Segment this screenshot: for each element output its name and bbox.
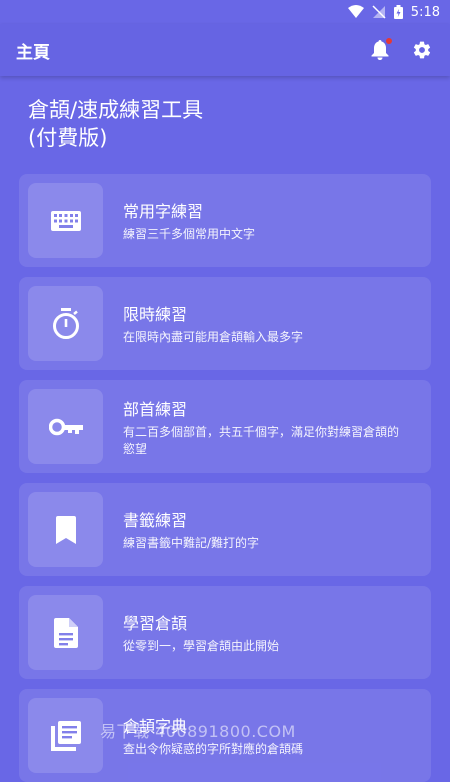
icon-box xyxy=(28,698,103,773)
document-icon xyxy=(53,617,78,648)
menu-item-bookmarks[interactable]: 書籤練習 練習書籤中難記/難打的字 xyxy=(19,483,431,576)
heading-line1: 倉頡/速成練習工具 xyxy=(28,98,204,122)
heading-line2: (付費版) xyxy=(28,126,108,150)
menu-item-desc: 在限時內盡可能用倉頡輸入最多字 xyxy=(123,330,304,344)
notification-dot xyxy=(386,38,392,44)
bookmark-icon xyxy=(55,515,76,544)
menu-item-desc: 從零到一，學習倉頡由此開始 xyxy=(123,639,280,653)
app-title: 主頁 xyxy=(16,42,50,63)
key-icon xyxy=(48,418,83,435)
icon-box xyxy=(28,595,103,670)
gear-icon xyxy=(413,41,431,59)
icon-box xyxy=(28,183,103,258)
menu-item-title: 限時練習 xyxy=(123,305,188,324)
battery-icon xyxy=(393,5,403,19)
timer-icon xyxy=(52,307,79,339)
menu-item-title: 部首練習 xyxy=(123,399,188,419)
menu-item-desc: 有二百多個部首，共五千個字，滿足你對練習倉頡的慾望 xyxy=(123,424,400,456)
menu-item-timed[interactable]: 限時練習 在限時內盡可能用倉頡輸入最多字 xyxy=(19,277,431,370)
app-bar: 主頁 xyxy=(0,24,450,76)
menu-item-title: 學習倉頡 xyxy=(123,614,188,633)
watermark-text: 易下载 400891800.COM xyxy=(100,722,296,741)
menu-item-title: 常用字練習 xyxy=(123,202,204,221)
menu-item-title: 書籤練習 xyxy=(123,511,188,530)
wifi-icon xyxy=(347,5,364,19)
settings-button[interactable] xyxy=(410,38,434,62)
status-bar: 5:18 xyxy=(0,0,450,24)
book-icon xyxy=(50,720,81,751)
icon-box xyxy=(28,389,103,464)
menu-item-desc: 練習書籤中難記/難打的字 xyxy=(123,536,260,550)
menu-item-desc: 練習三千多個常用中文字 xyxy=(123,227,256,241)
icon-box xyxy=(28,286,103,361)
no-signal-icon xyxy=(372,5,386,19)
status-time: 5:18 xyxy=(410,4,440,20)
page-heading: 倉頡/速成練習工具 (付費版) xyxy=(0,76,450,174)
icon-box xyxy=(28,492,103,567)
menu-list: 常用字練習 練習三千多個常用中文字 限時練習 在限時內盡可能用倉頡輸入最多字 部… xyxy=(0,174,450,782)
keyboard-icon xyxy=(50,210,81,231)
menu-item-radicals[interactable]: 部首練習 有二百多個部首，共五千個字，滿足你對練習倉頡的慾望 xyxy=(19,380,431,473)
notifications-button[interactable] xyxy=(368,38,392,62)
menu-item-learn[interactable]: 學習倉頡 從零到一，學習倉頡由此開始 xyxy=(19,586,431,679)
menu-item-common-words[interactable]: 常用字練習 練習三千多個常用中文字 xyxy=(19,174,431,267)
